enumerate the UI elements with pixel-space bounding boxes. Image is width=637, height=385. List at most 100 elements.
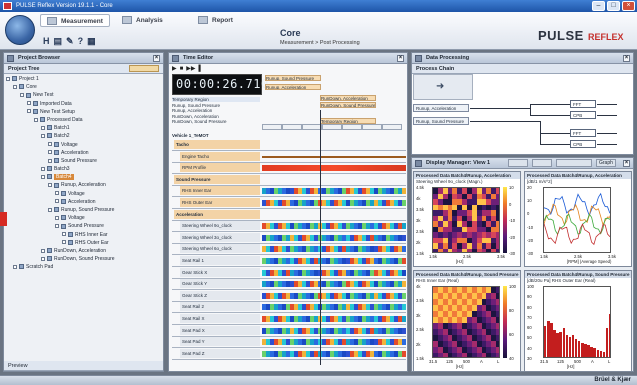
zoom-button[interactable]	[556, 159, 592, 167]
expand-icon[interactable]	[41, 133, 45, 138]
stop-icon[interactable]: ■	[180, 65, 184, 73]
expand-icon[interactable]	[41, 248, 45, 253]
recording-item[interactable]: Temporary Region	[172, 97, 260, 102]
channel-label[interactable]: Seat Rail X	[180, 314, 260, 323]
preview-bar[interactable]: Preview	[4, 361, 163, 371]
expand-icon[interactable]	[55, 224, 59, 229]
channel-label[interactable]: Gear Stick Z	[180, 290, 260, 300]
close-button[interactable]: ×	[622, 1, 635, 11]
tree-item[interactable]: Scratch Pad	[6, 263, 165, 271]
region-tag[interactable]: RunDown, Sound Pressure	[320, 102, 376, 108]
channel-label[interactable]: Gear Stick Y	[180, 279, 260, 289]
chain-node[interactable]: CPB	[570, 111, 596, 119]
graph-button[interactable]: Graph	[596, 159, 616, 167]
channel-label[interactable]: Sound Pressure	[174, 174, 260, 184]
open-icon[interactable]: ▤	[54, 36, 63, 46]
expand-icon[interactable]	[48, 207, 52, 212]
channel-label[interactable]: Seat Pad Y	[180, 337, 260, 347]
view-options-button[interactable]	[508, 159, 528, 167]
channel-label[interactable]: Steering Wheel 6o_clock	[180, 244, 260, 254]
chain-node[interactable]: CPB	[570, 140, 596, 148]
time-cursor[interactable]	[320, 110, 321, 365]
chart-panel[interactable]: Processed Data Batch4\Runup, Sound Press…	[524, 270, 632, 372]
tree-item[interactable]: New Test	[6, 91, 165, 99]
expand-icon[interactable]	[48, 183, 52, 188]
expand-icon[interactable]	[34, 117, 38, 122]
tree-item[interactable]: Core	[6, 83, 165, 91]
expand-icon[interactable]	[13, 84, 17, 89]
expand-icon[interactable]	[48, 142, 52, 147]
channel-label[interactable]: Steering Wheel 9o_clock	[180, 221, 260, 231]
chain-input[interactable]: Runup, Acceleration	[413, 104, 469, 112]
tree-item[interactable]: Imported Data	[6, 100, 165, 108]
recording-item[interactable]: Runup, Acceleration	[172, 108, 260, 113]
channel-label[interactable]: Seat Pad Z	[180, 348, 260, 358]
tree-item[interactable]: Acceleration	[6, 198, 165, 206]
plot-area[interactable]	[432, 187, 500, 253]
expand-icon[interactable]	[41, 256, 45, 261]
region-tag[interactable]: Runup, Sound Pressure	[265, 75, 321, 81]
expand-icon[interactable]	[27, 101, 31, 106]
chart-panel[interactable]: Processed Data Batch4\Runup, Acceleratio…	[524, 171, 632, 267]
chain-input[interactable]: Runup, Sound Pressure	[413, 117, 469, 125]
expand-icon[interactable]	[55, 215, 59, 220]
channel-label[interactable]: Seat Pad X	[180, 325, 260, 335]
tree-item[interactable]: Batch3	[6, 165, 165, 173]
play-icon[interactable]: ▶	[172, 65, 177, 73]
channel-label[interactable]: RHS Inner Ear	[180, 186, 260, 196]
expand-icon[interactable]	[41, 166, 45, 171]
tab-analysis[interactable]: Analysis	[122, 14, 163, 27]
expand-icon[interactable]	[62, 232, 66, 237]
expand-icon[interactable]	[48, 150, 52, 155]
tree-item[interactable]: RHS Outer Ear	[6, 239, 165, 247]
expand-icon[interactable]	[41, 125, 45, 130]
expand-icon[interactable]	[62, 240, 66, 245]
channel-label[interactable]: Gear Stick X	[180, 267, 260, 277]
close-icon[interactable]: ×	[153, 55, 160, 62]
chain-node[interactable]: FFT	[570, 100, 596, 108]
region-tag[interactable]: Runup, Acceleration	[265, 84, 321, 90]
tab-measurement[interactable]: Measurement	[40, 14, 110, 27]
close-icon[interactable]: ×	[623, 160, 630, 167]
tree-item[interactable]: Project 1	[6, 75, 165, 83]
tree-item[interactable]: Voltage	[6, 214, 165, 222]
chain-node[interactable]: FFT	[570, 129, 596, 137]
tree-item[interactable]: RunDown, Acceleration	[6, 247, 165, 255]
tree-item[interactable]: Batch1	[6, 124, 165, 132]
tree-item[interactable]: New Test Setup	[6, 108, 165, 116]
add-input-button[interactable]: ➜	[413, 74, 473, 100]
plot-area[interactable]	[432, 286, 500, 358]
marker-icon[interactable]: ▌	[198, 65, 202, 73]
expand-icon[interactable]	[55, 199, 59, 204]
forward-icon[interactable]: ▶▶	[186, 65, 195, 73]
region-tag[interactable]: RunDown, Acceleration	[320, 95, 376, 101]
chart-panel[interactable]: Processed Data Batch4\Runup, Acceleratio…	[413, 171, 521, 267]
tree-item[interactable]: RHS Inner Ear	[6, 231, 165, 239]
expand-icon[interactable]	[48, 158, 52, 163]
tree-item[interactable]: RunDown, Sound Pressure	[6, 255, 165, 263]
expand-icon[interactable]	[20, 93, 24, 98]
tree-item[interactable]: Batch4	[6, 173, 165, 181]
tree-item[interactable]: Voltage	[6, 141, 165, 149]
help-icon[interactable]: ?	[78, 36, 84, 46]
pin-icon[interactable]	[7, 55, 14, 62]
minimize-button[interactable]: –	[592, 1, 605, 11]
tree-tools-icon[interactable]	[129, 65, 159, 72]
channel-label[interactable]: Acceleration	[174, 209, 260, 219]
channel-label[interactable]: RPM Profile	[180, 163, 260, 173]
channel-label[interactable]: Tacho	[174, 140, 260, 149]
chart-panel[interactable]: Processed Data Batch4\Runup, Sound Press…	[413, 270, 521, 372]
plot-area[interactable]	[543, 187, 611, 253]
tree-item[interactable]: Voltage	[6, 190, 165, 198]
edit-icon[interactable]: ✎	[66, 36, 74, 46]
grid-icon[interactable]: ▦	[87, 36, 96, 46]
tree-item[interactable]: Runup, Sound Pressure	[6, 206, 165, 214]
plot-area[interactable]	[543, 286, 611, 358]
app-menu-button[interactable]	[5, 15, 35, 45]
expand-icon[interactable]	[13, 264, 17, 269]
recording-item[interactable]: Runup, Sound Pressure	[172, 103, 260, 108]
channel-label[interactable]: Steering Wheel 3o_clock	[180, 232, 260, 242]
expand-icon[interactable]	[6, 76, 10, 81]
close-icon[interactable]: ×	[397, 55, 404, 62]
pin-icon[interactable]	[415, 55, 422, 62]
